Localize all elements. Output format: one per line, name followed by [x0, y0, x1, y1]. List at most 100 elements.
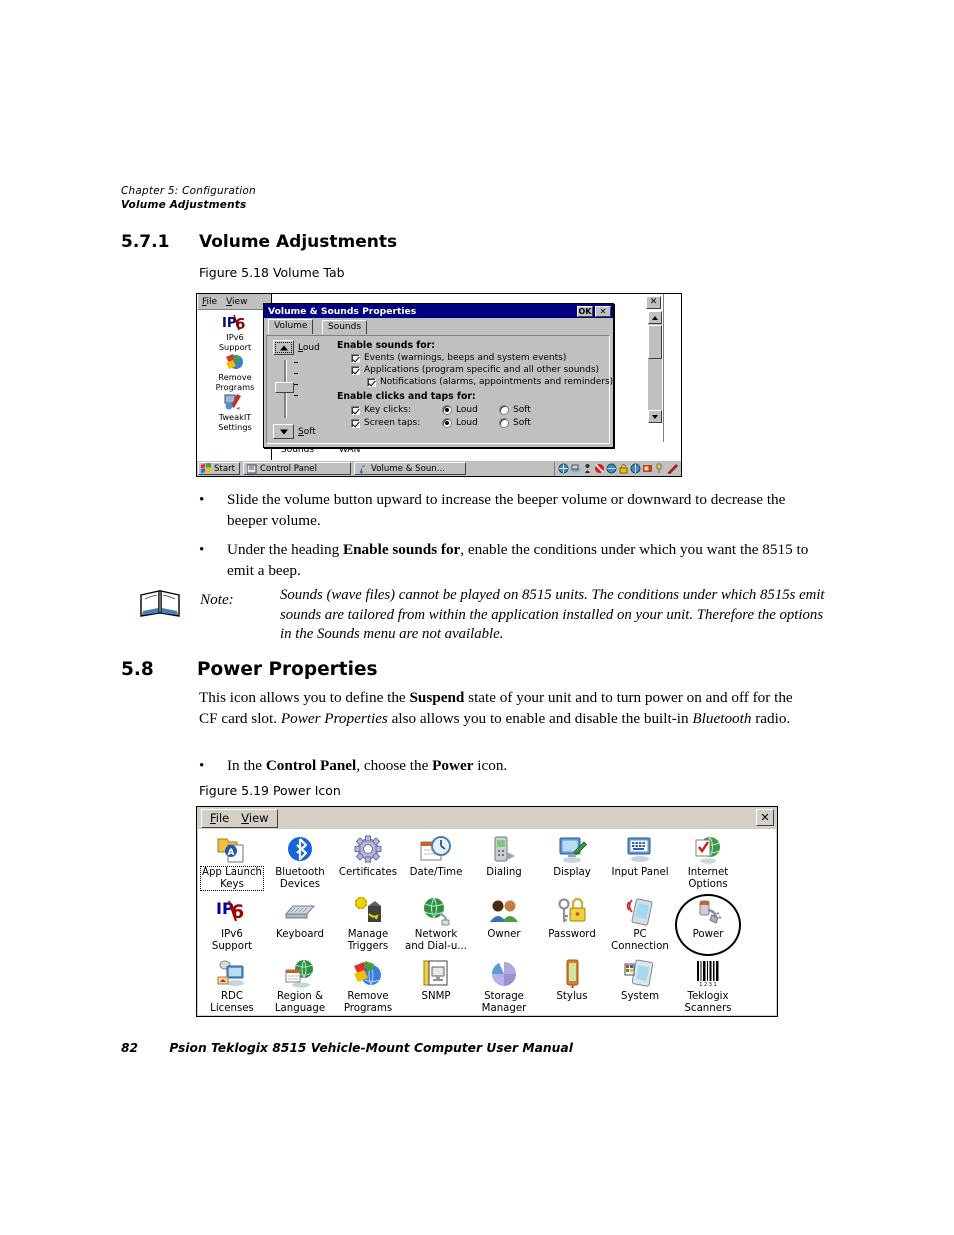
password-icon [538, 895, 606, 929]
cp-item-system[interactable]: System [606, 955, 674, 1016]
cp-item-internet-options[interactable]: Internet Options [674, 831, 742, 893]
checkbox-notifications[interactable]: Notifications (alarms, appointments and … [367, 377, 613, 387]
dialog-body: Loud Soft Enable sounds for: Events (war… [266, 335, 613, 444]
menu-view[interactable]: View [241, 811, 268, 825]
cp-item-label: Dialing [486, 867, 522, 878]
vertical-scrollbar[interactable] [648, 311, 662, 423]
checkbox-icon[interactable] [351, 365, 360, 375]
scroll-up-button[interactable] [648, 311, 662, 324]
checkbox-icon[interactable] [351, 405, 360, 415]
lock-tray-icon[interactable] [618, 463, 629, 474]
checkbox-screen-taps[interactable]: Screen taps: [351, 418, 420, 428]
checkbox-icon[interactable] [367, 377, 376, 387]
system-icon [606, 957, 674, 991]
tab-volume[interactable]: Volume [268, 319, 314, 334]
taskbar-item-volume-sounds[interactable]: Volume & Soun... [354, 462, 466, 475]
cp-item-manage-triggers[interactable]: Manage Triggers [334, 893, 402, 955]
close-icon[interactable]: ✕ [595, 305, 611, 317]
close-icon[interactable]: ✕ [646, 296, 661, 309]
taskbar-item-control-panel[interactable]: Control Panel [243, 462, 351, 475]
cp-item-ipv6-support[interactable]: IP 6 IPv6 Support [198, 893, 266, 955]
radio-icon[interactable] [499, 418, 509, 428]
cp-item-remove-programs[interactable]: Remove Programs [334, 955, 402, 1016]
bullet-marker: • [199, 757, 205, 774]
radio-label: Loud [456, 405, 478, 415]
cp-item-certificates[interactable]: Certificates [334, 831, 402, 893]
tab-sounds[interactable]: Sounds [322, 320, 368, 334]
cp-item-pc-connection[interactable]: PC Connection [606, 893, 674, 955]
checkbox-applications[interactable]: Applications (program specific and all o… [351, 365, 599, 375]
cp-item-region-and-language[interactable]: Region & Language [266, 955, 334, 1016]
note-block: Note: Sounds (wave files) cannot be play… [137, 586, 827, 645]
ce-desktop: ✕ & ge r d FFileile View [197, 294, 681, 460]
heading-5-7-1-number: 5.7.1 [121, 232, 170, 252]
network-tray-icon[interactable] [558, 463, 569, 474]
rdc-licenses-icon [198, 957, 266, 991]
cp-item-app-launch-keys[interactable]: A App Launch Keys [198, 831, 266, 893]
explorer-item-ipv6-support[interactable]: IP 6 IPv6 Support [198, 312, 272, 352]
radio-label: Soft [513, 418, 531, 428]
cp-item-dialing[interactable]: Dialing [470, 831, 538, 893]
cp-item-input-panel[interactable]: Input Panel [606, 831, 674, 893]
cp-item-date-time[interactable]: Date/Time [402, 831, 470, 893]
trackbar-thumb[interactable] [275, 382, 294, 393]
scrollbar-thumb[interactable] [648, 325, 662, 359]
pc-connection-icon [606, 895, 674, 929]
menu-view[interactable]: View [226, 297, 247, 307]
cp-item-keyboard[interactable]: Keyboard [266, 893, 334, 955]
cp-item-stylus[interactable]: Stylus [538, 955, 606, 1016]
start-button[interactable]: Start [198, 462, 240, 475]
menu-file[interactable]: File [210, 811, 229, 825]
radio-icon[interactable] [499, 405, 509, 415]
control-panel-menubar: File View ✕ [197, 807, 777, 829]
cp-item-storage-manager[interactable]: Storage Manager [470, 955, 538, 1016]
disabled-tray-icon[interactable] [594, 463, 605, 474]
cp-item-rdc-licenses[interactable]: RDC Licenses [198, 955, 266, 1016]
cp-item-power[interactable]: Power [674, 893, 742, 956]
stylus-tray-icon[interactable] [666, 463, 679, 474]
radio-key-clicks-loud[interactable]: Loud [442, 405, 478, 415]
cp-item-password[interactable]: Password [538, 893, 606, 955]
volume-down-button[interactable] [273, 424, 294, 439]
radio-icon[interactable] [442, 405, 452, 415]
volume-up-button[interactable] [273, 340, 294, 355]
explorer-item-remove-programs[interactable]: Remove Programs [198, 352, 272, 392]
scanner-tray-icon[interactable] [642, 463, 653, 474]
windows-flag-icon [201, 463, 211, 474]
network2-tray-icon[interactable] [606, 463, 617, 474]
scroll-down-button[interactable] [648, 410, 662, 423]
menu-file[interactable]: FFileile [202, 297, 217, 307]
volume-trackbar[interactable] [273, 360, 299, 418]
radio-icon[interactable] [442, 418, 452, 428]
radio-screen-taps-soft[interactable]: Soft [499, 418, 531, 428]
cp-item-label: Manage Triggers [347, 929, 389, 952]
explorer-label-line1: IPv6 [226, 332, 244, 342]
ok-button[interactable]: OK [577, 305, 593, 317]
checkbox-icon[interactable] [351, 353, 360, 363]
cp-item-display[interactable]: Display [538, 831, 606, 893]
network3-tray-icon[interactable] [630, 463, 641, 474]
cp-item-bluetooth-devices[interactable]: Bluetooth Devices [266, 831, 334, 893]
explorer-item-tweakit-settings[interactable]: TweakIT Settings [198, 392, 272, 432]
volume-down-group: Soft [273, 424, 316, 439]
power-plug-tray-icon[interactable] [654, 463, 665, 474]
cp-item-snmp[interactable]: SNMP [402, 955, 470, 1016]
close-icon[interactable]: ✕ [756, 809, 774, 826]
cp-item-network-and-dialup[interactable]: Network and Dial-u... [402, 893, 470, 955]
keyboard-icon [266, 895, 334, 929]
radio-key-clicks-soft[interactable]: Soft [499, 405, 531, 415]
checkbox-icon[interactable] [351, 418, 360, 428]
radio-screen-taps-loud[interactable]: Loud [442, 418, 478, 428]
list-item: • Under the heading Enable sounds for, e… [199, 540, 819, 581]
note-text: Sounds (wave files) cannot be played on … [280, 587, 825, 642]
cp-item-teklogix-scanners[interactable]: 1 2 3 1 Teklogix Scanners [674, 955, 742, 1016]
connection-tray-icon[interactable] [570, 463, 581, 474]
page-footer: 82 Psion Teklogix 8515 Vehicle-Mount Com… [121, 1041, 573, 1055]
checkbox-key-clicks[interactable]: Key clicks: [351, 405, 411, 415]
explorer-menubar: FFileile View [198, 294, 271, 310]
explorer-label-line1: TweakIT [218, 412, 252, 422]
checkbox-events[interactable]: Events (warnings, beeps and system event… [351, 353, 566, 363]
stylus-icon [538, 957, 606, 991]
person-tray-icon[interactable] [582, 463, 593, 474]
cp-item-owner[interactable]: Owner [470, 893, 538, 955]
